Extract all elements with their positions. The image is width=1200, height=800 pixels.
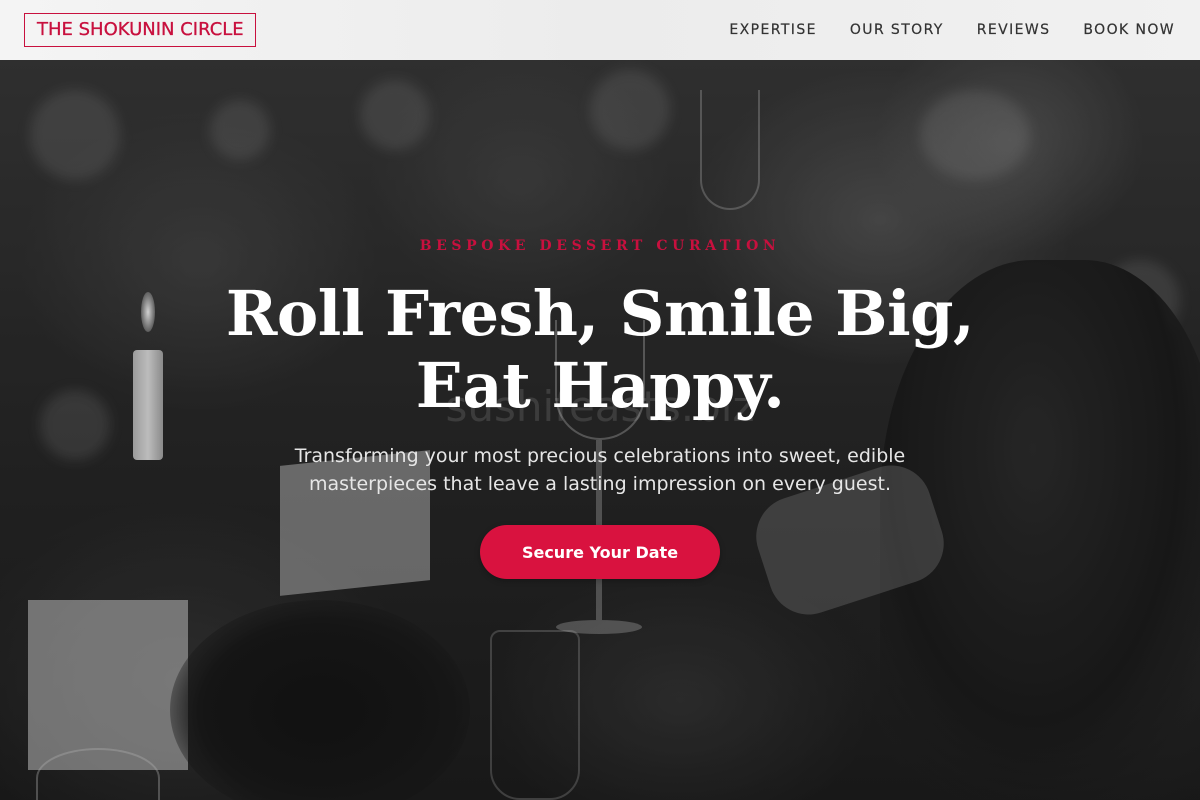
nav-link-reviews[interactable]: REVIEWS (977, 22, 1051, 38)
main-nav: EXPERTISE OUR STORY REVIEWS BOOK NOW (729, 22, 1175, 38)
hero-subheading: Transforming your most precious celebrat… (0, 442, 1200, 498)
nav-link-expertise[interactable]: EXPERTISE (729, 22, 816, 38)
hero-subheading-line-1: Transforming your most precious celebrat… (294, 445, 906, 467)
hero-headline: Roll Fresh, Smile Big, Eat Happy. (0, 278, 1200, 422)
hero-headline-line-1: Roll Fresh, Smile Big, (225, 277, 975, 350)
secure-your-date-button[interactable]: Secure Your Date (480, 525, 720, 579)
nav-link-our-story[interactable]: OUR STORY (850, 22, 944, 38)
hero-section: sushifeasts.biz BESPOKE DESSERT CURATION… (0, 60, 1200, 800)
nav-link-book-now[interactable]: BOOK NOW (1083, 22, 1175, 38)
hero-subheading-line-2: masterpieces that leave a lasting impres… (308, 473, 891, 495)
hero-eyebrow: BESPOKE DESSERT CURATION (419, 238, 781, 254)
hero-content: BESPOKE DESSERT CURATION Roll Fresh, Smi… (0, 60, 1200, 800)
brand-logo[interactable]: THE SHOKUNIN CIRCLE (24, 13, 256, 47)
site-header: THE SHOKUNIN CIRCLE EXPERTISE OUR STORY … (0, 0, 1200, 60)
hero-headline-line-2: Eat Happy. (415, 349, 785, 422)
